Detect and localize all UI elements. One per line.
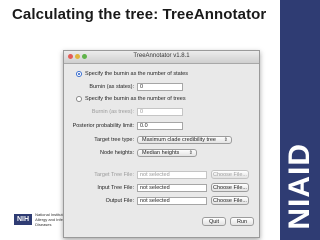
input-file-choose-button[interactable]: Choose File... (211, 183, 249, 192)
posterior-label: Posterior probability limit: (72, 123, 134, 129)
target-file-label: Target Tree File: (94, 171, 134, 178)
output-file-choose-button[interactable]: Choose File... (211, 196, 249, 205)
target-file-choose-button[interactable]: Choose File... (211, 170, 249, 179)
burnin-trees-option[interactable]: Specify the burnin as the number of tree… (76, 96, 186, 102)
node-heights-value: Median heights (142, 150, 180, 156)
burnin-trees-label: Burnin (as trees): (91, 109, 134, 115)
niaid-wordmark: NIAID (283, 143, 316, 230)
output-file-input[interactable]: not selected (137, 196, 207, 205)
target-type-label: Target tree type: (94, 137, 134, 143)
target-type-select[interactable]: Maximum clade credibility tree ⇕ (137, 136, 232, 144)
burnin-trees-radio[interactable] (76, 96, 82, 102)
chevron-updown-icon: ⇕ (188, 150, 193, 156)
nih-mark: NIH (14, 214, 33, 225)
burnin-trees-input[interactable]: 0 (137, 108, 183, 116)
posterior-input[interactable]: 0.0 (137, 122, 183, 130)
node-heights-select[interactable]: Median heights ⇕ (137, 149, 197, 157)
window-actions: Quit Run (202, 217, 254, 226)
input-file-input[interactable]: not selected (137, 183, 207, 192)
node-heights-row: Node heights: Median heights ⇕ (64, 149, 197, 157)
run-button[interactable]: Run (230, 217, 254, 226)
burnin-states-radio-label: Specify the burnin as the number of stat… (85, 71, 189, 77)
niaid-band: NIAID (280, 0, 320, 240)
burnin-states-row: Burnin (as states): 0 (64, 83, 183, 91)
burnin-states-label: Burnin (as states): (89, 84, 134, 90)
output-file-label: Output File: (105, 197, 134, 204)
posterior-row: Posterior probability limit: 0.0 (64, 122, 183, 130)
quit-button[interactable]: Quit (202, 217, 226, 226)
chevron-updown-icon: ⇕ (223, 137, 228, 143)
target-type-row: Target tree type: Maximum clade credibil… (64, 136, 232, 144)
node-heights-label: Node heights: (100, 150, 134, 156)
treeannotator-window: TreeAnnotator v1.8.1 Specify the burnin … (63, 50, 260, 238)
input-file-row: Input Tree File: not selected Choose Fil… (64, 183, 249, 192)
burnin-trees-radio-label: Specify the burnin as the number of tree… (85, 96, 186, 102)
window-titlebar: TreeAnnotator v1.8.1 (64, 51, 259, 64)
window-title: TreeAnnotator v1.8.1 (133, 53, 190, 59)
output-file-row: Output File: not selected Choose File... (64, 196, 249, 205)
burnin-states-input[interactable]: 0 (137, 83, 183, 91)
burnin-trees-row: Burnin (as trees): 0 (64, 108, 183, 116)
target-type-value: Maximum clade credibility tree (142, 137, 216, 143)
target-file-row: Target Tree File: not selected Choose Fi… (64, 170, 249, 179)
burnin-states-radio[interactable] (76, 71, 82, 77)
input-file-label: Input Tree File: (97, 184, 134, 191)
burnin-states-option[interactable]: Specify the burnin as the number of stat… (76, 71, 188, 77)
target-file-input[interactable]: not selected (137, 170, 207, 179)
slide-title: Calculating the tree: TreeAnnotator (12, 6, 267, 23)
